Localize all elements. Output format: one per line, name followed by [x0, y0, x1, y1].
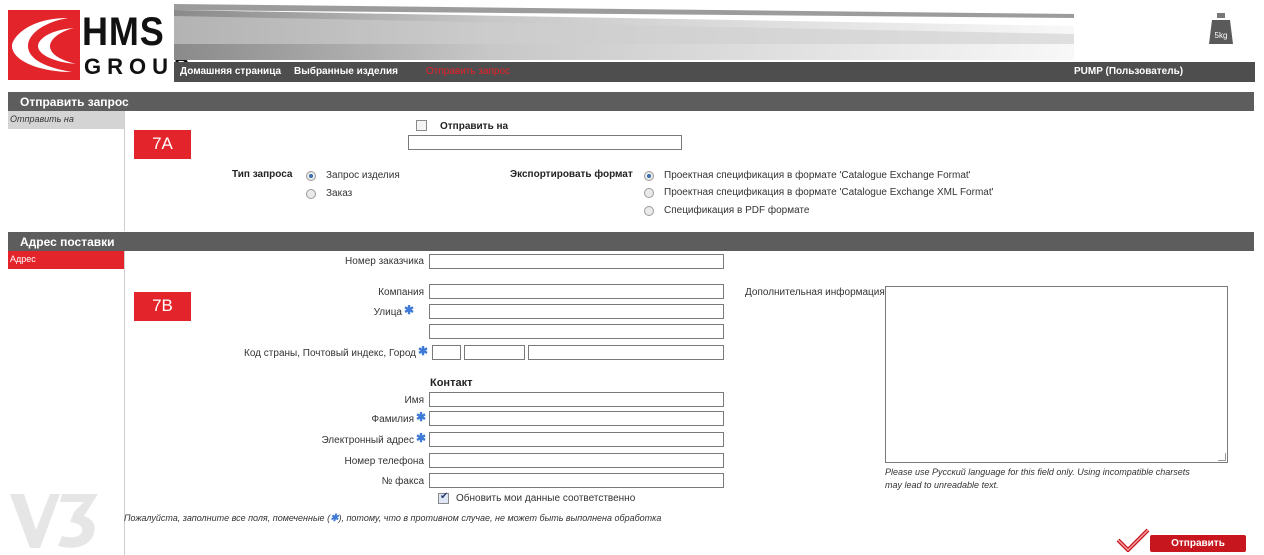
- nav-selected-items[interactable]: Выбранные изделия: [294, 66, 398, 77]
- first-name-label: Имя: [404, 395, 424, 406]
- fax-input[interactable]: [429, 473, 724, 488]
- request-type-option-product: Запрос изделия: [326, 170, 400, 181]
- contact-heading: Контакт: [430, 377, 473, 389]
- side-panel-send: Отправить на: [8, 111, 125, 231]
- charset-note-line1: Please use Русский language for this fie…: [885, 467, 1190, 477]
- weight-icon-label: 5kg: [1215, 31, 1228, 40]
- top-nav: Домашняя страница Выбранные изделия Отпр…: [174, 62, 1255, 82]
- nav-send-request[interactable]: Отправить запрос: [426, 66, 510, 77]
- hms-group-logo[interactable]: HMS GROUP: [8, 10, 189, 80]
- street-input[interactable]: [429, 304, 724, 319]
- phone-label: Номер телефона: [344, 456, 424, 467]
- street-required-icon: ✱: [404, 303, 415, 317]
- email-required-icon: ✱: [416, 431, 427, 445]
- export-radio-cef[interactable]: [644, 171, 654, 181]
- side-item-address[interactable]: Адрес: [8, 251, 124, 269]
- required-note-part2: ), потому, что в противном случае, не мо…: [338, 513, 662, 523]
- country-zip-city-label: Код страны, Почтовый индекс, Город: [244, 348, 416, 359]
- export-option-pdf: Спецификация в PDF формате: [664, 205, 810, 216]
- request-type-radio-product[interactable]: [306, 171, 316, 181]
- fax-label: № факса: [381, 476, 424, 487]
- last-name-input[interactable]: [429, 411, 724, 426]
- required-note: Пожалуйста, заполните все поля, помеченн…: [124, 513, 661, 524]
- customer-number-label: Номер заказчика: [345, 256, 424, 267]
- required-note-part1: Пожалуйста, заполните все поля, помеченн…: [124, 513, 331, 523]
- export-option-xml: Проектная спецификация в формате 'Catalo…: [664, 187, 994, 198]
- country-required-icon: ✱: [418, 344, 429, 358]
- city-input[interactable]: [528, 345, 724, 360]
- send-to-input[interactable]: [408, 135, 682, 150]
- first-name-input[interactable]: [429, 392, 724, 407]
- header-banner: [174, 4, 1074, 60]
- update-data-checkbox[interactable]: ✔: [438, 491, 449, 504]
- side-item-send-to[interactable]: Отправить на: [8, 111, 124, 129]
- additional-info-label: Дополнительная информация: [745, 287, 885, 298]
- export-radio-pdf[interactable]: [644, 206, 654, 216]
- zip-code-input[interactable]: [464, 345, 525, 360]
- street-input-2[interactable]: [429, 324, 724, 339]
- email-label: Электронный адрес: [321, 435, 414, 446]
- checkmark-icon: ✔: [440, 491, 449, 502]
- street-label: Улица: [373, 307, 402, 318]
- phone-input[interactable]: [429, 453, 724, 468]
- section-send-request-title: Отправить запрос: [8, 92, 1254, 111]
- company-label: Компания: [378, 287, 424, 298]
- nav-home[interactable]: Домашняя страница: [180, 66, 281, 77]
- export-radio-xml[interactable]: [644, 188, 654, 198]
- update-data-label: Обновить мои данные соответственно: [456, 493, 636, 504]
- company-input[interactable]: [429, 284, 724, 299]
- request-type-radio-order[interactable]: [306, 189, 316, 199]
- request-type-label: Тип запроса: [232, 169, 293, 180]
- section-delivery-address-title: Адрес поставки: [8, 232, 1254, 251]
- resize-handle-icon[interactable]: [1218, 453, 1226, 461]
- send-to-checkbox[interactable]: [416, 120, 427, 131]
- last-name-required-icon: ✱: [416, 410, 427, 424]
- email-input[interactable]: [429, 432, 724, 447]
- badge-7a: 7A: [134, 130, 191, 159]
- country-code-input[interactable]: [432, 345, 461, 360]
- customer-number-input[interactable]: [429, 254, 724, 269]
- weight-icon[interactable]: 5kg: [1208, 12, 1234, 46]
- last-name-label: Фамилия: [371, 414, 414, 425]
- export-format-label: Экспортировать формат: [510, 169, 633, 180]
- request-type-option-order: Заказ: [326, 188, 353, 199]
- additional-info-textarea[interactable]: [885, 286, 1228, 463]
- export-option-cef: Проектная спецификация в формате 'Catalo…: [664, 170, 971, 181]
- logo-hms-text: HMS: [82, 10, 165, 54]
- submit-button[interactable]: Отправить: [1150, 535, 1246, 552]
- nav-user[interactable]: PUMP (Пользователь): [1074, 66, 1183, 77]
- send-to-label: Отправить на: [440, 121, 509, 132]
- submit-check-icon: [1116, 528, 1150, 553]
- charset-note-line2: may lead to unreadable text.: [885, 480, 999, 490]
- badge-7b: 7B: [134, 292, 191, 321]
- v3-watermark: [10, 490, 100, 550]
